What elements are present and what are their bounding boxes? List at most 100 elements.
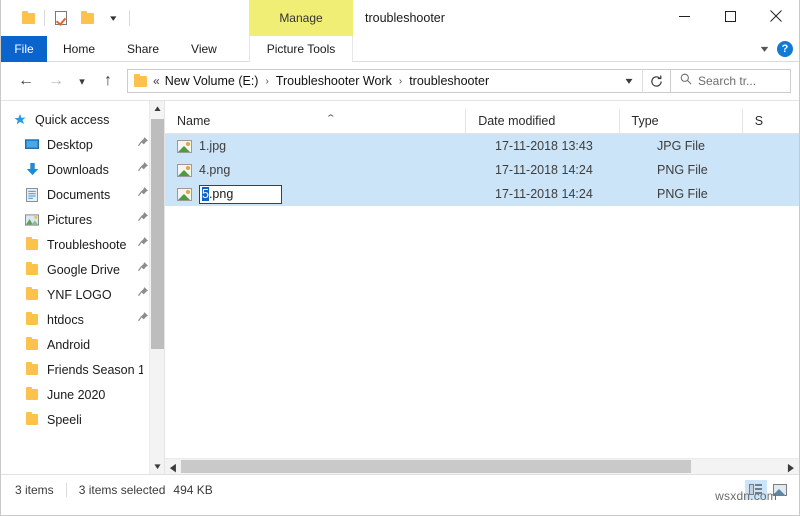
file-type-cell: JPG File: [657, 139, 705, 153]
help-icon[interactable]: ?: [777, 41, 793, 57]
close-icon[interactable]: [753, 0, 799, 32]
column-header-type[interactable]: Type: [618, 109, 742, 133]
scrollbar-thumb[interactable]: [151, 119, 164, 349]
sidebar-item-android[interactable]: Android: [1, 332, 164, 357]
image-file-icon: [177, 187, 192, 201]
address-input[interactable]: « New Volume (E:) › Troubleshooter Work …: [127, 69, 671, 93]
scroll-right-icon[interactable]: ▶: [783, 455, 799, 474]
breadcrumb-overflow-icon[interactable]: «: [153, 74, 164, 88]
sidebar-item-label: Downloads: [47, 162, 109, 177]
pin-icon[interactable]: [137, 186, 148, 204]
sidebar-item-quick-access[interactable]: Quick access: [1, 107, 164, 132]
scroll-up-icon[interactable]: ▲: [148, 101, 164, 116]
sidebar-item-label: Troubleshoote: [47, 237, 127, 252]
file-date-cell: 17-11-2018 14:24: [495, 187, 593, 201]
navigation-pane-scrollbar[interactable]: ▲ ▼: [149, 101, 164, 474]
scrollbar-track[interactable]: [181, 459, 783, 475]
sidebar-item-label: Documents: [47, 187, 111, 202]
image-file-icon: [177, 139, 192, 153]
tab-picture-tools[interactable]: Picture Tools: [249, 36, 353, 62]
ribbon-tab-strip: File Home Share View Picture Tools ▾ ?: [1, 36, 799, 62]
file-date-cell: 17-11-2018 14:24: [495, 163, 593, 177]
scroll-down-icon[interactable]: ▼: [148, 459, 164, 474]
sidebar-item-htdocs[interactable]: htdocs: [1, 307, 164, 332]
rename-input[interactable]: 5 .png: [199, 184, 282, 204]
pin-icon[interactable]: [137, 286, 148, 304]
pin-icon[interactable]: [137, 311, 148, 329]
pin-icon[interactable]: [137, 261, 148, 279]
sidebar-item-label: Android: [47, 337, 91, 352]
breadcrumb-item-1[interactable]: Troubleshooter Work: [275, 74, 393, 88]
sidebar-item-label: Friends Season 1: [47, 362, 143, 377]
table-row[interactable]: 4.png 17-11-2018 14:24 PNG File: [165, 158, 799, 182]
folder-icon[interactable]: [15, 5, 41, 31]
breadcrumb-sep-0[interactable]: ›: [259, 76, 274, 87]
file-list-horizontal-scrollbar[interactable]: ◀ ▶: [165, 458, 799, 474]
sidebar-item-google-drive[interactable]: Google Drive: [1, 257, 164, 282]
breadcrumb-item-2[interactable]: troubleshooter: [408, 74, 490, 88]
tab-file[interactable]: File: [1, 36, 47, 62]
tab-view[interactable]: View: [175, 36, 233, 62]
sidebar-item-speeli[interactable]: Speeli: [1, 407, 164, 432]
expand-ribbon-icon[interactable]: ▾: [761, 44, 769, 55]
sidebar-item-friends-season-1[interactable]: Friends Season 1: [1, 357, 164, 382]
file-name-cell[interactable]: 4.png: [165, 158, 483, 182]
column-header-size[interactable]: S: [741, 109, 799, 133]
tab-home[interactable]: Home: [47, 36, 111, 62]
sidebar-item-documents[interactable]: Documents: [1, 182, 164, 207]
recent-locations-icon[interactable]: ▾: [71, 66, 93, 96]
file-name-cell[interactable]: 1.jpg: [165, 134, 483, 158]
tab-share[interactable]: Share: [111, 36, 175, 62]
sidebar-item-june-2020[interactable]: June 2020: [1, 382, 164, 407]
sidebar-item-label: htdocs: [47, 312, 84, 327]
sidebar-item-label: YNF LOGO: [47, 287, 112, 302]
column-header-date-modified[interactable]: Date modified: [465, 109, 618, 133]
desktop-icon: [23, 138, 41, 151]
forward-icon[interactable]: →: [41, 66, 71, 96]
pin-icon[interactable]: [137, 136, 148, 154]
sidebar-item-desktop[interactable]: Desktop: [1, 132, 164, 157]
address-folder-icon: [134, 73, 147, 87]
folder-icon: [23, 312, 41, 325]
scroll-left-icon[interactable]: ◀: [165, 455, 181, 474]
properties-icon[interactable]: [48, 5, 74, 31]
pictures-icon: [23, 213, 41, 226]
sidebar-item-pictures[interactable]: Pictures: [1, 207, 164, 232]
pin-icon[interactable]: [137, 211, 148, 229]
folder-icon: [23, 287, 41, 300]
minimize-icon[interactable]: [661, 0, 707, 32]
folder-icon: [23, 387, 41, 400]
address-dropdown-icon[interactable]: ▾: [611, 76, 647, 87]
breadcrumb-sep-1[interactable]: ›: [393, 76, 408, 87]
pin-icon[interactable]: [137, 236, 148, 254]
table-row[interactable]: 5 .png 17-11-2018 14:24 PNG File: [165, 182, 799, 206]
table-row[interactable]: 1.jpg 17-11-2018 13:43 JPG File: [165, 134, 799, 158]
new-folder-icon[interactable]: [74, 5, 100, 31]
chevron-down-icon[interactable]: ▾: [100, 5, 126, 31]
sidebar-item-troubleshooter[interactable]: Troubleshoote: [1, 232, 164, 257]
sidebar-item-ynf-logo[interactable]: YNF LOGO: [1, 282, 164, 307]
column-header-name[interactable]: Name ⌃: [165, 109, 465, 133]
folder-icon: [23, 262, 41, 275]
contextual-group-label: Manage: [279, 11, 323, 25]
sidebar-item-label: Pictures: [47, 212, 93, 227]
breadcrumb-item-0[interactable]: New Volume (E:): [164, 74, 260, 88]
file-explorer-window: ▾ Manage troubleshooter File Home Share …: [0, 0, 800, 516]
up-icon[interactable]: ↑: [93, 66, 123, 96]
scrollbar-thumb[interactable]: [181, 459, 691, 473]
qat-divider-2: [129, 10, 130, 26]
search-placeholder: Search tr...: [698, 74, 757, 88]
maximize-icon[interactable]: [707, 0, 753, 32]
star-icon: [11, 113, 29, 127]
file-name-cell[interactable]: 5 .png: [165, 182, 483, 206]
sidebar-item-downloads[interactable]: Downloads: [1, 157, 164, 182]
back-icon[interactable]: ←: [11, 66, 41, 96]
sidebar-item-label: Desktop: [47, 137, 93, 152]
documents-icon: [23, 187, 41, 202]
pin-icon[interactable]: [137, 161, 148, 179]
sort-ascending-icon: ⌃: [325, 113, 337, 123]
breadcrumb: « New Volume (E:) › Troubleshooter Work …: [153, 74, 616, 88]
sidebar-item-label: June 2020: [47, 387, 106, 402]
selection-count-label: 3 items selected: [78, 482, 166, 497]
search-input[interactable]: Search tr...: [671, 69, 791, 93]
